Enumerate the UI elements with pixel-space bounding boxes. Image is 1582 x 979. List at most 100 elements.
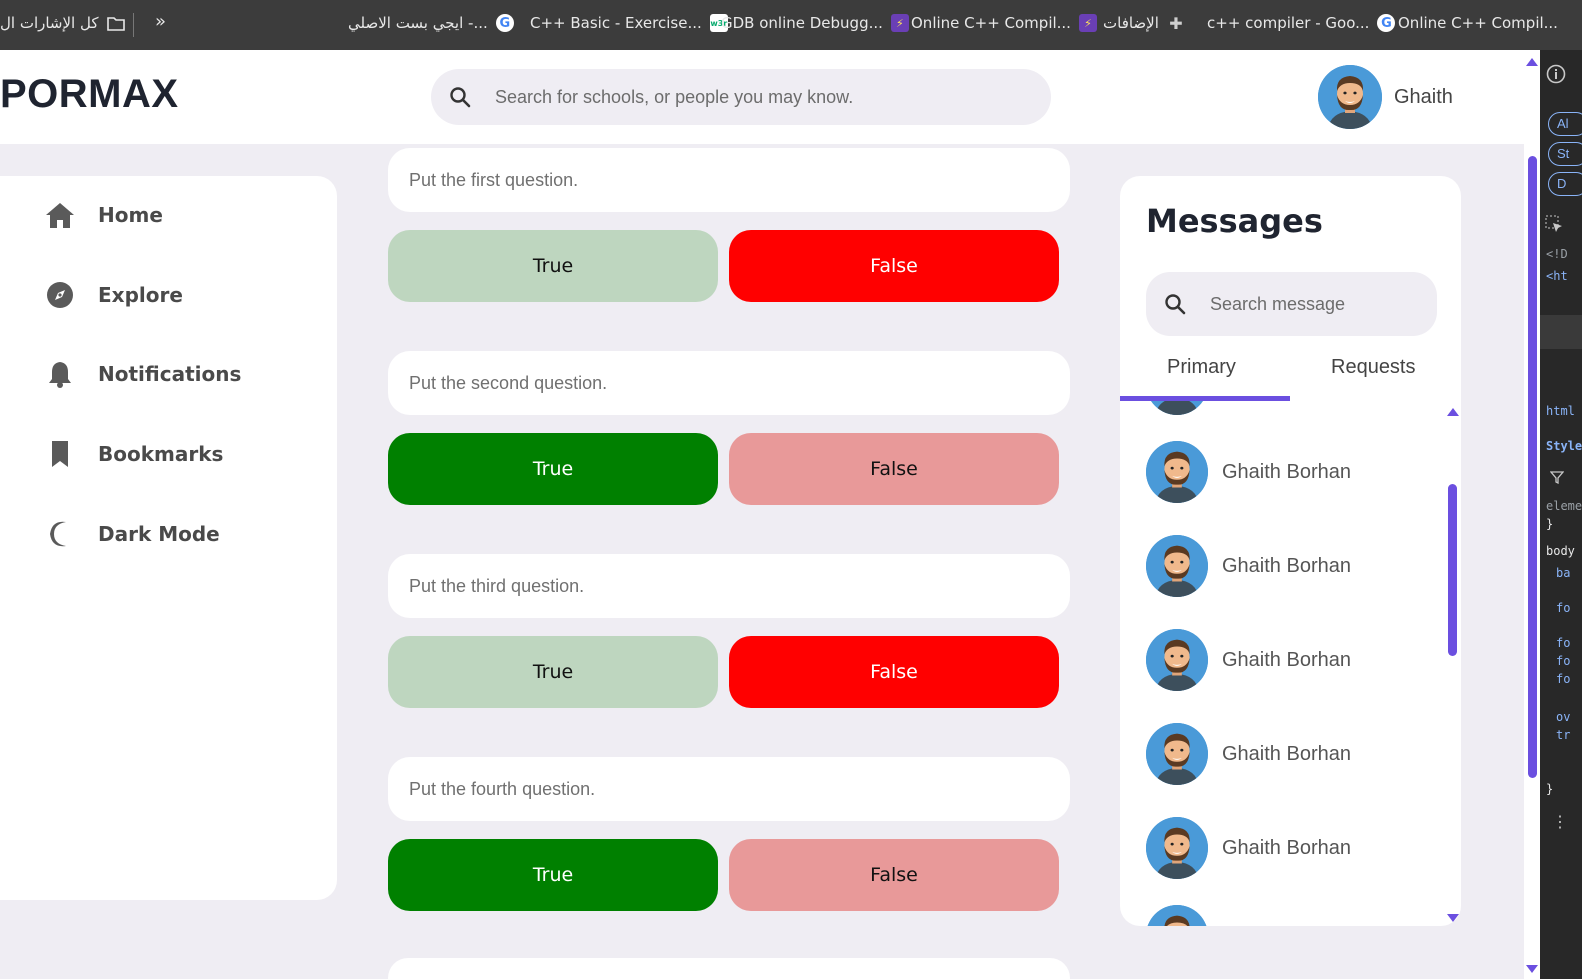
sidebar-item-explore[interactable]: Explore <box>44 279 183 311</box>
message-list[interactable]: Ghaith Borhan Ghaith Borhan Ghaith Borha… <box>1120 401 1461 926</box>
question-input[interactable] <box>388 757 1070 821</box>
bookmark-label: الإضافات <box>1103 14 1159 32</box>
filter-icon[interactable] <box>1549 470 1565 487</box>
bookmark-label: C++ Basic - Exercise... <box>530 14 702 32</box>
devtools-text: fo <box>1556 654 1571 668</box>
bookmark-item[interactable]: C++ Basic - Exercise... w3r <box>530 14 728 32</box>
devtools-panel: Al St D <!D <ht html Style eleme } body … <box>1540 50 1582 979</box>
list-item[interactable]: Ghaith Borhan <box>1146 441 1351 503</box>
sidebar-item-dark-mode[interactable]: Dark Mode <box>44 518 220 550</box>
false-button[interactable]: False <box>729 230 1059 302</box>
devtools-text: <ht <box>1546 269 1568 283</box>
true-button[interactable]: True <box>388 839 718 911</box>
devtools-text: <!D <box>1546 247 1568 261</box>
false-button[interactable]: False <box>729 636 1059 708</box>
devtools-pill[interactable]: D <box>1548 172 1582 196</box>
folder-icon <box>106 14 125 32</box>
message-search-input[interactable] <box>1210 272 1425 336</box>
puzzle-icon: ✚ <box>1169 13 1183 33</box>
message-search <box>1146 272 1437 336</box>
message-list-scroll-up[interactable] <box>1447 408 1459 416</box>
bookmark-item[interactable]: Online C++ Compil... <box>1398 14 1558 32</box>
all-bookmarks-folder[interactable]: كل الإشارات ال <box>0 14 125 32</box>
devtools-pill[interactable]: St <box>1548 142 1582 166</box>
devtools-pill[interactable]: Al <box>1548 112 1582 136</box>
bookmark-label: ايجي بست الاصلي -... <box>348 14 488 32</box>
bookmark-item[interactable]: c++ compiler - Goo... G <box>1207 14 1396 32</box>
avatar <box>1146 905 1208 926</box>
bolt-icon: ⚡ <box>890 14 909 32</box>
question-input[interactable] <box>388 148 1070 212</box>
bookmark-item[interactable]: Online C++ Compil... ⚡ <box>911 14 1097 32</box>
list-item[interactable]: Ghaith Borhan <box>1146 817 1351 879</box>
sidebar-item-label: Dark Mode <box>98 522 220 546</box>
google-icon: G <box>495 14 514 32</box>
message-list-scrollbar[interactable] <box>1448 484 1457 656</box>
devtools-text[interactable]: Style <box>1546 439 1582 453</box>
all-bookmarks-label: كل الإشارات ال <box>0 14 99 32</box>
bookmark-icon <box>44 438 76 470</box>
bookmarks-divider <box>133 13 134 37</box>
devtools-text: fo <box>1556 636 1571 650</box>
avatar <box>1146 723 1208 785</box>
question-card <box>388 351 1070 415</box>
devtools-text: ba <box>1556 566 1571 580</box>
moon-icon <box>44 518 76 550</box>
page-scroll-thumb[interactable] <box>1528 156 1537 778</box>
search-icon <box>1164 293 1186 319</box>
info-icon[interactable] <box>1546 64 1566 87</box>
user-profile[interactable]: Ghaith <box>1318 65 1453 129</box>
devtools-text: fo <box>1556 601 1571 615</box>
messages-title: Messages <box>1146 202 1323 240</box>
bookmarks-overflow-button[interactable]: » <box>155 11 166 32</box>
devtools-text[interactable]: html <box>1546 404 1575 418</box>
devtools-text: } <box>1546 782 1554 796</box>
false-button[interactable]: False <box>729 433 1059 505</box>
left-sidebar: Home Explore Notifications Bookmarks Dar… <box>0 176 337 900</box>
question-input[interactable] <box>388 351 1070 415</box>
tab-requests[interactable]: Requests <box>1331 356 1416 379</box>
bookmark-label: Online C++ Compil... <box>1398 14 1558 32</box>
user-name: Ghaith <box>1394 85 1453 108</box>
false-button[interactable]: False <box>729 839 1059 911</box>
page-scroll-down[interactable] <box>1526 965 1538 973</box>
search-icon <box>449 86 471 112</box>
bell-icon <box>44 358 76 390</box>
true-button[interactable]: True <box>388 230 718 302</box>
bookmark-label: Online C++ Compil... <box>911 14 1071 32</box>
sidebar-item-label: Notifications <box>98 362 242 386</box>
sidebar-item-notifications[interactable]: Notifications <box>44 358 241 390</box>
true-button[interactable]: True <box>388 433 718 505</box>
devtools-text: } <box>1546 517 1554 531</box>
message-list-scroll-down[interactable] <box>1447 914 1459 922</box>
inspect-icon[interactable] <box>1544 214 1564 237</box>
bookmark-label: GDB online Debugg... <box>721 14 883 32</box>
list-item[interactable]: Ghaith Borhan <box>1146 535 1351 597</box>
sidebar-item-home[interactable]: Home <box>44 199 163 231</box>
sidebar-item-label: Bookmarks <box>98 442 224 466</box>
contact-name: Ghaith Borhan <box>1222 648 1351 671</box>
contact-name: Ghaith Borhan <box>1222 742 1351 765</box>
bookmark-item[interactable]: GDB online Debugg... ⚡ <box>721 14 909 32</box>
list-item[interactable]: Ghaith Borhan <box>1146 723 1351 785</box>
devtools-text: eleme <box>1546 499 1582 513</box>
bolt-icon: ⚡ <box>1078 14 1097 32</box>
avatar <box>1146 817 1208 879</box>
more-options-icon[interactable]: ⋮ <box>1552 812 1568 831</box>
true-button[interactable]: True <box>388 636 718 708</box>
question-input[interactable] <box>388 554 1070 618</box>
devtools-text: ov <box>1556 710 1571 724</box>
bookmark-item[interactable]: ايجي بست الاصلي -... G <box>348 14 514 32</box>
sidebar-item-label: Explore <box>98 283 183 307</box>
global-search-input[interactable] <box>495 69 1035 125</box>
page-scrollbar <box>1524 50 1540 979</box>
list-item[interactable]: Ghaith Borhan <box>1146 629 1351 691</box>
page-scroll-up[interactable] <box>1526 58 1538 66</box>
bookmark-label: c++ compiler - Goo... <box>1207 14 1370 32</box>
app-logo[interactable]: PORMAX <box>0 72 179 117</box>
sidebar-item-bookmarks[interactable]: Bookmarks <box>44 438 223 470</box>
bookmark-item[interactable]: الإضافات ✚ <box>1103 13 1185 33</box>
home-icon <box>44 199 76 231</box>
question-card <box>388 148 1070 212</box>
tab-primary[interactable]: Primary <box>1167 356 1236 379</box>
